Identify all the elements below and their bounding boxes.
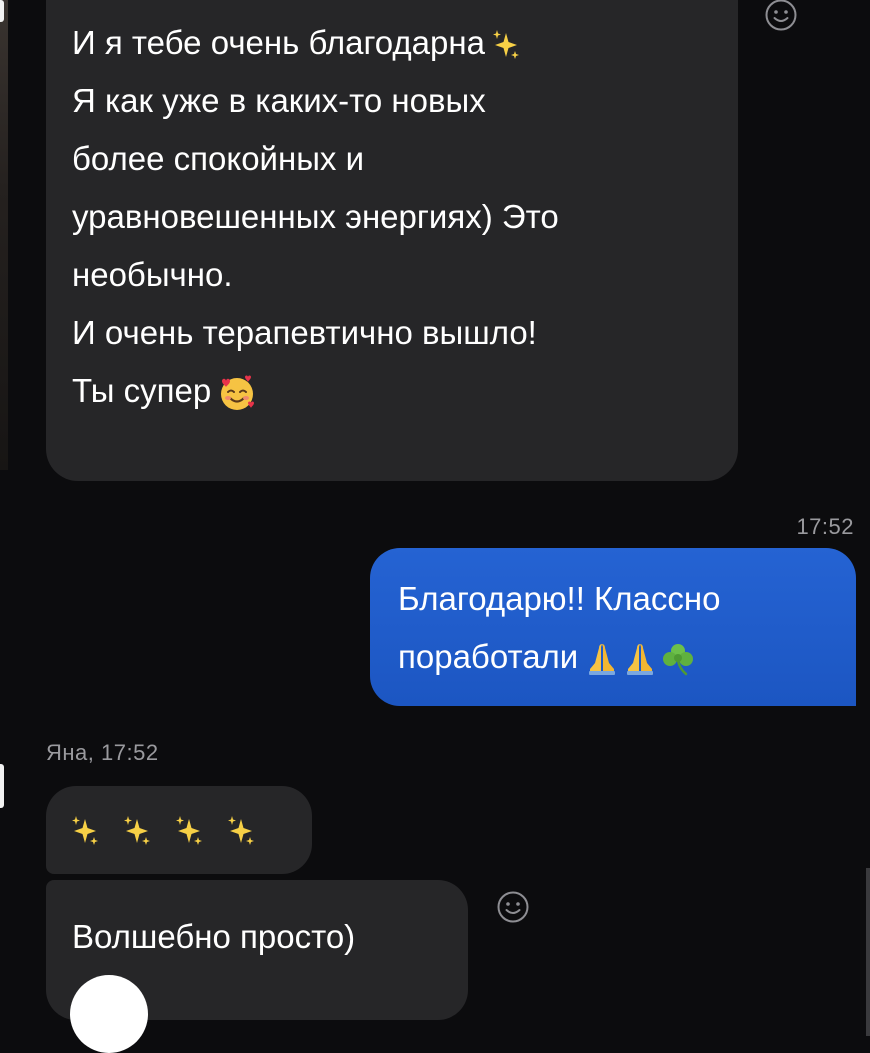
shamrock-icon	[660, 641, 696, 677]
message-line: И очень терапевтично вышло!	[72, 314, 537, 351]
sparkles-icon	[122, 815, 152, 847]
message-time: 17:52	[796, 514, 854, 539]
left-edge-shadow	[0, 0, 8, 470]
message-line: уравновешенных энергиях) Это	[72, 198, 559, 235]
message-bubble-incoming[interactable]: И я тебе очень благодарна Я как уже в ка…	[46, 0, 738, 481]
smiling-face-with-hearts-icon	[217, 373, 257, 413]
left-edge-indicator	[0, 764, 4, 808]
add-reaction-icon[interactable]	[764, 0, 798, 32]
message-line: Волшебно просто)	[72, 918, 356, 955]
message-line: Я как уже в каких-то новых	[72, 82, 486, 119]
message-line: поработали	[398, 628, 836, 686]
left-edge-indicator	[0, 0, 4, 22]
sparkles-icon	[174, 815, 204, 847]
folded-hands-icon	[584, 641, 620, 677]
sparkles-icon	[491, 29, 521, 61]
message-line: И я тебе очень благодарна	[72, 14, 708, 72]
message-bubble-outgoing[interactable]: Благодарю!! Классно поработали	[370, 548, 856, 706]
scrollbar-track[interactable]	[866, 868, 870, 1036]
sender-meta: Яна, 17:52	[46, 740, 159, 765]
avatar[interactable]	[70, 975, 148, 1053]
message-line: более спокойных и	[72, 140, 365, 177]
folded-hands-icon	[622, 641, 658, 677]
add-reaction-icon[interactable]	[496, 890, 530, 924]
sparkles-icon	[70, 815, 100, 847]
message-line: необычно.	[72, 256, 233, 293]
message-line	[70, 800, 312, 858]
sparkles-icon	[226, 815, 256, 847]
message-bubble-incoming[interactable]	[46, 786, 312, 874]
message-line: Благодарю!! Классно	[398, 580, 721, 617]
message-line: Ты супер	[72, 362, 708, 420]
